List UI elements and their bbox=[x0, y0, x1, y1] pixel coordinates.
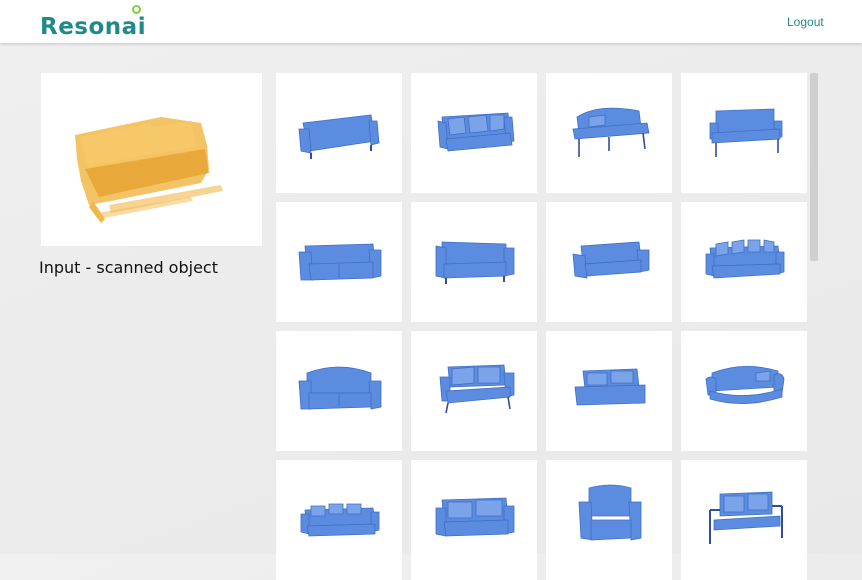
logo-ring-icon bbox=[132, 5, 141, 14]
sofa-result-icon bbox=[439, 364, 515, 414]
armchair-result-icon bbox=[578, 484, 642, 541]
result-tile[interactable] bbox=[546, 460, 672, 580]
result-tile[interactable] bbox=[411, 202, 537, 322]
result-tile[interactable] bbox=[411, 73, 537, 193]
result-tile[interactable] bbox=[546, 202, 672, 322]
settee-result-icon bbox=[572, 107, 650, 157]
sofa-result-icon bbox=[300, 503, 380, 537]
app-header: Resonai Logout bbox=[0, 0, 862, 43]
result-tile[interactable] bbox=[276, 202, 402, 322]
result-tile[interactable] bbox=[411, 331, 537, 451]
sofa-result-icon bbox=[437, 112, 515, 152]
result-tile[interactable] bbox=[276, 460, 402, 580]
sofa-result-icon bbox=[705, 239, 785, 279]
sofa-result-icon bbox=[298, 243, 382, 281]
result-tile[interactable] bbox=[681, 460, 807, 580]
results-grid bbox=[276, 73, 807, 580]
sofa-result-icon bbox=[298, 366, 382, 410]
result-tile[interactable] bbox=[546, 331, 672, 451]
scanned-object-preview bbox=[41, 73, 262, 246]
result-tile[interactable] bbox=[681, 73, 807, 193]
sofa-result-icon bbox=[298, 114, 380, 159]
sofa-result-icon bbox=[435, 241, 515, 284]
result-tile[interactable] bbox=[276, 331, 402, 451]
scanned-sofa-icon bbox=[75, 117, 223, 223]
logout-link[interactable]: Logout bbox=[787, 15, 824, 29]
settee-result-icon bbox=[709, 491, 783, 544]
result-tile[interactable] bbox=[681, 331, 807, 451]
sofa-result-icon bbox=[435, 497, 515, 537]
result-tile[interactable] bbox=[546, 73, 672, 193]
result-tile[interactable] bbox=[681, 202, 807, 322]
settee-result-icon bbox=[709, 108, 783, 157]
sofa-result-icon bbox=[574, 368, 646, 406]
resonai-logo: Resonai bbox=[40, 14, 147, 40]
input-caption: Input - scanned object bbox=[39, 258, 218, 277]
result-tile[interactable] bbox=[411, 460, 537, 580]
results-scrollbar[interactable] bbox=[810, 73, 818, 261]
sofa-result-icon bbox=[705, 366, 785, 404]
sofa-result-icon bbox=[572, 241, 650, 279]
result-tile[interactable] bbox=[276, 73, 402, 193]
